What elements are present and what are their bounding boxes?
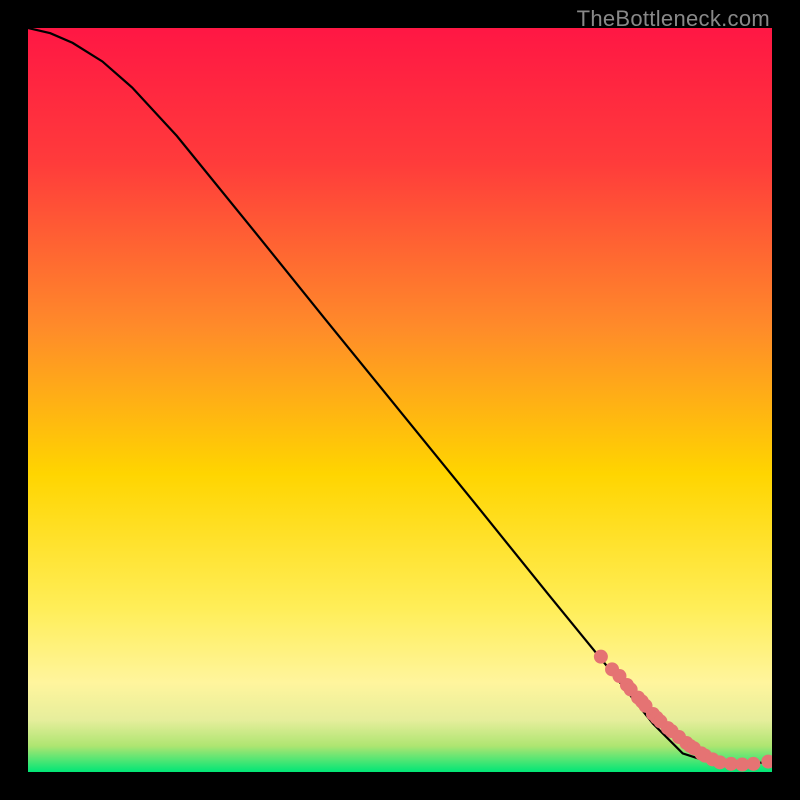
chart-svg bbox=[28, 28, 772, 772]
chart-background bbox=[28, 28, 772, 772]
plot-area bbox=[28, 28, 772, 772]
highlight-point bbox=[746, 757, 760, 771]
chart-frame: TheBottleneck.com bbox=[0, 0, 800, 800]
highlight-point bbox=[594, 650, 608, 664]
